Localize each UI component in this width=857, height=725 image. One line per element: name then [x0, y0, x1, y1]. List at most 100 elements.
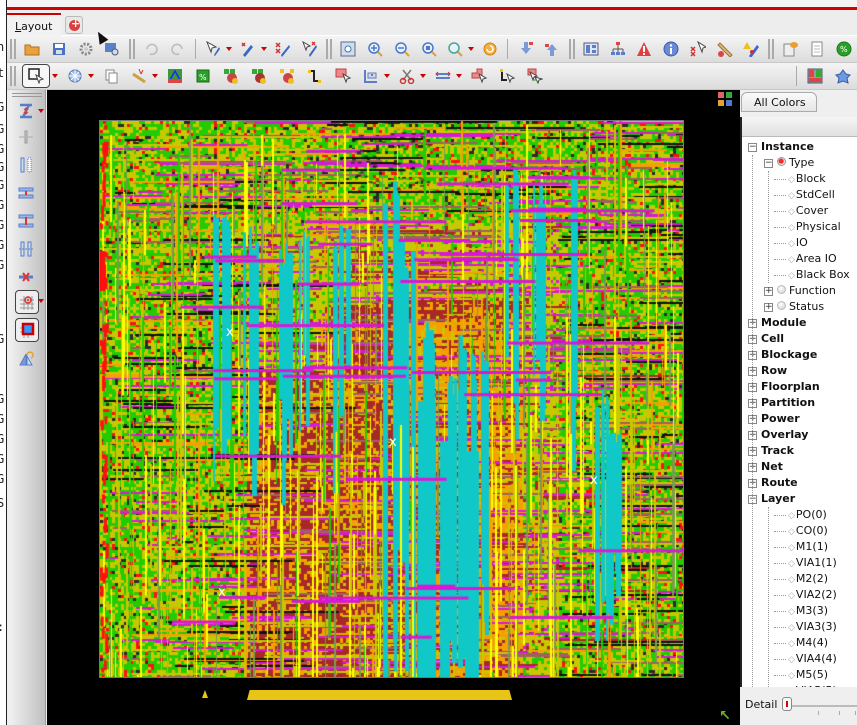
spacing-horizontal-button[interactable]	[15, 126, 37, 148]
all-colors-tab[interactable]: All Colors	[741, 92, 817, 112]
place-block-button[interactable]	[15, 318, 39, 342]
collapse-icon[interactable]: −	[748, 143, 757, 152]
align-center-button[interactable]	[15, 182, 37, 204]
delete-align-button[interactable]	[15, 266, 37, 288]
tree-item-partition[interactable]: + Partition	[748, 395, 815, 411]
tree-item-track[interactable]: + Track	[748, 443, 794, 459]
tree-item-via1-1[interactable]: ◇VIA1(1)	[788, 555, 837, 571]
select-group-button[interactable]	[524, 65, 546, 87]
add-cell-button[interactable]	[248, 65, 270, 87]
zoom-out-button[interactable]	[391, 38, 412, 60]
zoom-in-button[interactable]	[365, 38, 386, 60]
chevron-down-icon[interactable]	[38, 109, 44, 113]
add-instance-button[interactable]	[220, 65, 242, 87]
palette-icon[interactable]	[718, 92, 734, 108]
route-step-button[interactable]	[304, 65, 326, 87]
select-wire-button[interactable]	[496, 65, 518, 87]
cut-button[interactable]	[396, 65, 418, 87]
snowflake-button[interactable]	[64, 65, 86, 87]
chevron-down-icon[interactable]	[456, 74, 462, 78]
deselect-wire-button[interactable]	[299, 38, 320, 60]
panel-layout-button[interactable]	[581, 38, 602, 60]
tree-item-m3-3[interactable]: ◇M3(3)	[788, 603, 828, 619]
tree-item-module[interactable]: + Module	[748, 315, 806, 331]
ruler-button[interactable]	[714, 38, 735, 60]
tree-item-m5-5[interactable]: ◇M5(5)	[788, 667, 828, 683]
select-area-button[interactable]	[332, 65, 354, 87]
info-button[interactable]	[661, 38, 682, 60]
tree-item-cell[interactable]: + Cell	[748, 331, 784, 347]
tree-item-physical[interactable]: ◇Physical	[788, 219, 841, 235]
detail-slider-thumb[interactable]	[782, 697, 792, 711]
layer-panel-button[interactable]	[804, 65, 826, 87]
space-even-button[interactable]	[15, 238, 37, 260]
chevron-down-icon[interactable]	[38, 299, 44, 303]
toolbar-grip[interactable]	[128, 39, 135, 59]
tree-item-cover[interactable]: ◇Cover	[788, 203, 828, 219]
chevron-down-icon[interactable]	[420, 74, 426, 78]
copy-button[interactable]	[100, 65, 122, 87]
chevron-down-icon[interactable]	[88, 74, 94, 78]
tree-item-status[interactable]: + Status	[764, 299, 824, 315]
toolbar-grip[interactable]	[10, 66, 16, 86]
radio-button[interactable]	[777, 285, 786, 294]
redo-button[interactable]	[167, 38, 188, 60]
net-button[interactable]	[832, 65, 854, 87]
tree-item-po-0[interactable]: ◇PO(0)	[788, 507, 827, 523]
tree-item-floorplan[interactable]: + Floorplan	[748, 379, 820, 395]
tree-item-stdcell[interactable]: ◇StdCell	[788, 187, 835, 203]
hierarchy-down-button[interactable]	[515, 38, 536, 60]
report-button[interactable]	[780, 38, 801, 60]
tree-item-m4-4[interactable]: ◇M4(4)	[788, 635, 828, 651]
tree-item-row[interactable]: + Row	[748, 363, 787, 379]
chevron-down-icon[interactable]	[225, 47, 232, 51]
tree-item-m2-2[interactable]: ◇M2(2)	[788, 571, 828, 587]
tree-item-block[interactable]: ◇Block	[788, 171, 826, 187]
zoom-selected-button[interactable]	[418, 38, 439, 60]
tab-layout[interactable]: Layout	[7, 13, 61, 36]
chevron-down-icon[interactable]	[260, 47, 267, 51]
layout-canvas[interactable]: x x x x ↖	[47, 90, 740, 725]
stretch-button[interactable]	[360, 65, 382, 87]
add-group-button[interactable]	[276, 65, 298, 87]
tree-button[interactable]	[607, 38, 628, 60]
chevron-down-icon[interactable]	[467, 47, 474, 51]
tree-item-co-0[interactable]: ◇CO(0)	[788, 523, 828, 539]
warning-button[interactable]	[634, 38, 655, 60]
chevron-down-icon[interactable]	[52, 74, 58, 78]
tree-item-blockage[interactable]: + Blockage	[748, 347, 817, 363]
resize-arrow-icon[interactable]: ↖	[719, 708, 731, 724]
toolbar-grip[interactable]	[767, 39, 774, 59]
tree-item-via3-3[interactable]: ◇VIA3(3)	[788, 619, 837, 635]
tree-item-route[interactable]: + Route	[748, 475, 798, 491]
save-button[interactable]	[49, 38, 70, 60]
select-shape-button[interactable]	[468, 65, 490, 87]
chevron-down-icon[interactable]	[384, 74, 390, 78]
toolbar-grip[interactable]	[568, 39, 575, 59]
select-edit-button[interactable]	[203, 38, 224, 60]
flip-rotate-button[interactable]	[15, 348, 37, 370]
tree-item-layer[interactable]: − Layer	[748, 491, 795, 507]
select-box-button[interactable]	[22, 64, 50, 88]
edit-wire-button[interactable]	[238, 38, 259, 60]
settings-gear-button[interactable]	[75, 38, 96, 60]
add-tab-button[interactable]	[65, 16, 83, 34]
move-button[interactable]	[432, 65, 454, 87]
tree-item-io[interactable]: ◇IO	[788, 235, 808, 251]
tree-item-power[interactable]: + Power	[748, 411, 800, 427]
toolbar-grip[interactable]	[12, 93, 42, 97]
snap-grid-button[interactable]	[15, 290, 39, 314]
zoom-previous-button[interactable]	[445, 38, 466, 60]
refresh-button[interactable]	[480, 38, 501, 60]
hierarchy-up-button[interactable]	[542, 38, 563, 60]
percent-button[interactable]: %	[192, 65, 214, 87]
chip-layout[interactable]	[99, 120, 684, 678]
align-middle-button[interactable]	[15, 210, 37, 232]
detail-slider-track[interactable]	[790, 705, 857, 707]
undo-button[interactable]	[141, 38, 162, 60]
tree-item-function[interactable]: + Function	[764, 283, 836, 299]
collapse-icon[interactable]: −	[764, 159, 773, 168]
delete-wire-button[interactable]	[273, 38, 294, 60]
zoom-fit-button[interactable]	[338, 38, 359, 60]
expand-icon[interactable]: +	[764, 287, 773, 296]
